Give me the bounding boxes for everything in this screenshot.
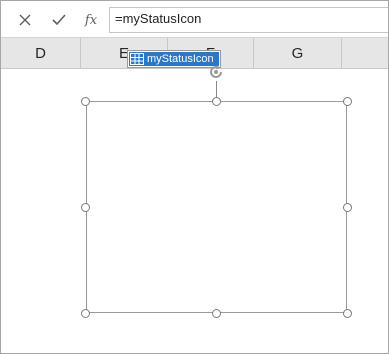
fx-label: fx [84, 12, 98, 28]
cancel-button[interactable] [15, 10, 35, 30]
rotate-icon[interactable] [207, 63, 225, 81]
resize-handle-bottom-middle[interactable] [212, 309, 221, 318]
formula-input[interactable]: =myStatusIcon [109, 7, 388, 33]
formula-bar: fx =myStatusIcon [1, 1, 388, 37]
column-header-g[interactable]: G [254, 38, 342, 68]
resize-handle-bottom-left[interactable] [81, 309, 90, 318]
resize-handle-top-left[interactable] [81, 97, 90, 106]
insert-function-button[interactable]: fx [81, 10, 101, 30]
column-header-d[interactable]: D [1, 38, 81, 68]
excel-window: fx =myStatusIcon D E F G myStatusIcon [0, 0, 389, 354]
enter-button[interactable] [49, 10, 69, 30]
checkmark-icon [52, 14, 66, 26]
named-range-table-icon [130, 53, 144, 65]
column-header-h[interactable] [342, 38, 388, 68]
autocomplete-item-label: myStatusIcon [147, 53, 214, 65]
resize-handle-top-middle[interactable] [212, 97, 221, 106]
x-icon [19, 14, 31, 26]
resize-handle-top-right[interactable] [343, 97, 352, 106]
resize-handle-middle-right[interactable] [343, 203, 352, 212]
formula-value: =myStatusIcon [115, 11, 202, 26]
autocomplete-item[interactable]: myStatusIcon [129, 52, 219, 66]
resize-handle-bottom-right[interactable] [343, 309, 352, 318]
selected-shape[interactable] [86, 101, 347, 313]
resize-handle-middle-left[interactable] [81, 203, 90, 212]
